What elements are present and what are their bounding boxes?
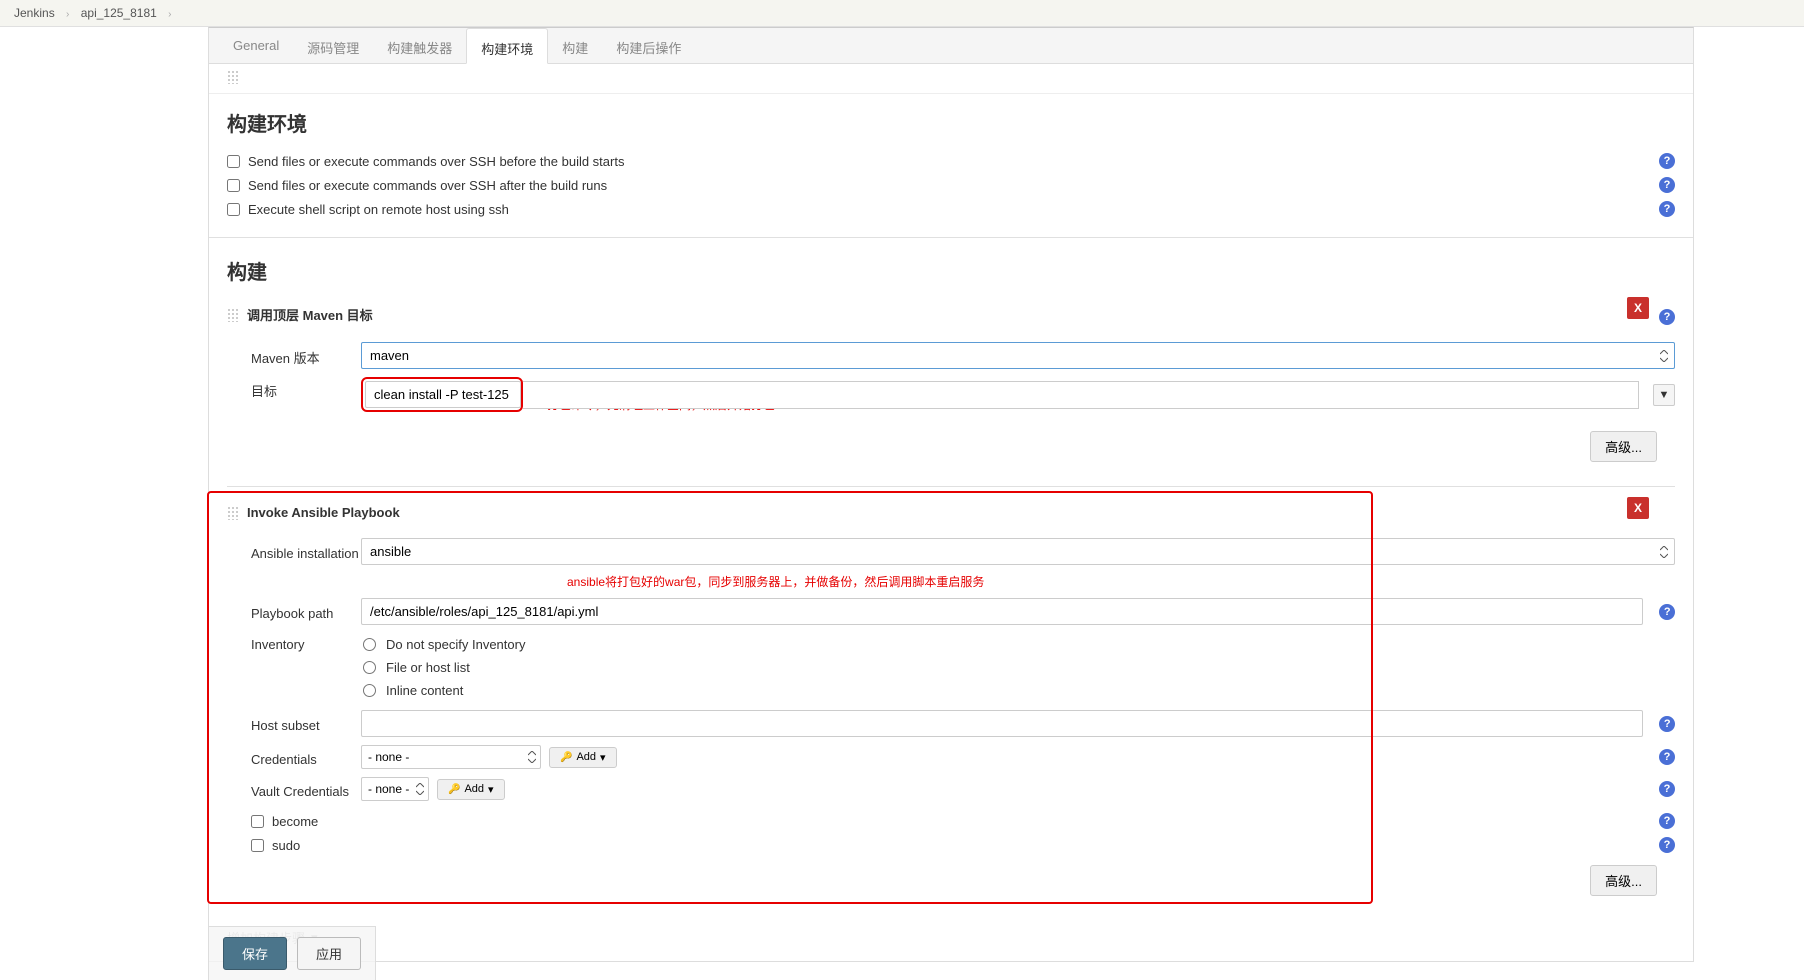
vault-credentials-select[interactable]: - none -	[361, 777, 429, 801]
help-icon[interactable]: ?	[1659, 201, 1675, 217]
ssh-before-label: Send files or execute commands over SSH …	[248, 154, 1659, 169]
build-section: 构建	[209, 242, 1693, 285]
build-title: 构建	[227, 256, 1675, 285]
playbook-path-input[interactable]	[361, 598, 1643, 625]
maven-advanced-button[interactable]: 高级...	[1590, 431, 1657, 462]
sudo-checkbox[interactable]	[251, 839, 264, 852]
maven-step: 调用顶层 Maven 目标 X ? Maven 版本 maven 目标	[209, 297, 1693, 476]
ssh-remote-checkbox[interactable]	[227, 203, 240, 216]
config-tabs: General 源码管理 构建触发器 构建环境 构建 构建后操作	[209, 28, 1693, 64]
maven-version-label: Maven 版本	[251, 344, 361, 367]
vault-credentials-label: Vault Credentials	[251, 780, 361, 799]
chevron-right-icon: ›	[66, 9, 69, 20]
inventory-none-label: Do not specify Inventory	[386, 637, 525, 652]
help-icon[interactable]: ?	[1659, 604, 1675, 620]
ansible-advanced-button[interactable]: 高级...	[1590, 865, 1657, 896]
host-subset-input[interactable]	[361, 710, 1643, 737]
help-icon[interactable]: ?	[1659, 813, 1675, 829]
delete-step-button[interactable]: X	[1627, 497, 1649, 519]
inventory-file-radio[interactable]	[363, 661, 376, 674]
sudo-label: sudo	[272, 838, 1659, 853]
ssh-before-checkbox[interactable]	[227, 155, 240, 168]
tab-scm[interactable]: 源码管理	[293, 28, 373, 63]
footer-buttons: 保存 应用	[208, 926, 376, 980]
key-icon: 🔑	[560, 752, 572, 763]
ansible-step: Invoke Ansible Playbook X Ansible instal…	[209, 497, 1693, 910]
inventory-label: Inventory	[251, 633, 361, 652]
breadcrumb-root[interactable]: Jenkins	[14, 6, 55, 20]
tab-post[interactable]: 构建后操作	[602, 28, 695, 63]
inventory-file-label: File or host list	[386, 660, 470, 675]
maven-goals-input[interactable]	[365, 381, 521, 408]
credentials-select[interactable]: - none -	[361, 745, 541, 769]
build-env-section: 构建环境 Send files or execute commands over…	[209, 94, 1693, 229]
playbook-path-label: Playbook path	[251, 602, 361, 621]
inventory-inline-radio[interactable]	[363, 684, 376, 697]
become-checkbox[interactable]	[251, 815, 264, 828]
apply-button[interactable]: 应用	[297, 937, 361, 970]
breadcrumb: Jenkins › api_125_8181 ›	[0, 0, 1804, 27]
help-icon[interactable]: ?	[1659, 749, 1675, 765]
inventory-none-radio[interactable]	[363, 638, 376, 651]
add-build-step-button[interactable]: 增加构建步骤▾	[209, 920, 1693, 961]
ssh-after-checkbox[interactable]	[227, 179, 240, 192]
tab-build-env[interactable]: 构建环境	[466, 28, 548, 64]
ansible-step-title: Invoke Ansible Playbook	[247, 505, 400, 520]
drag-handle-icon[interactable]	[227, 506, 239, 520]
add-credentials-button[interactable]: 🔑Add▾	[549, 747, 617, 768]
maven-goals-label: 目标	[251, 377, 361, 400]
ansible-install-select[interactable]: ansible	[361, 538, 1675, 565]
build-env-title: 构建环境	[227, 108, 1675, 137]
ansible-annotation: ansible将打包好的war包，同步到服务器上，并做备份，然后调用脚本重启服务	[567, 575, 984, 589]
help-icon[interactable]: ?	[1659, 837, 1675, 853]
maven-version-select[interactable]: maven	[361, 342, 1675, 369]
help-icon[interactable]: ?	[1659, 177, 1675, 193]
help-icon[interactable]: ?	[1659, 309, 1675, 325]
add-vault-credentials-button[interactable]: 🔑Add▾	[437, 779, 505, 800]
ssh-remote-label: Execute shell script on remote host usin…	[248, 202, 1659, 217]
help-icon[interactable]: ?	[1659, 716, 1675, 732]
become-label: become	[272, 814, 1659, 829]
key-icon: 🔑	[448, 784, 460, 795]
breadcrumb-project[interactable]: api_125_8181	[81, 6, 157, 20]
chevron-right-icon: ›	[168, 9, 171, 20]
tab-build[interactable]: 构建	[548, 28, 602, 63]
tab-general[interactable]: General	[219, 28, 293, 63]
delete-step-button[interactable]: X	[1627, 297, 1649, 319]
maven-step-title: 调用顶层 Maven 目标	[247, 305, 373, 324]
tab-triggers[interactable]: 构建触发器	[373, 28, 466, 63]
ssh-after-label: Send files or execute commands over SSH …	[248, 178, 1659, 193]
help-icon[interactable]: ?	[1659, 153, 1675, 169]
host-subset-label: Host subset	[251, 714, 361, 733]
credentials-label: Credentials	[251, 748, 361, 767]
expand-button[interactable]: ▼	[1653, 384, 1675, 406]
help-icon[interactable]: ?	[1659, 781, 1675, 797]
drag-handle-icon[interactable]	[227, 308, 239, 322]
ansible-install-label: Ansible installation	[251, 542, 361, 561]
inventory-inline-label: Inline content	[386, 683, 463, 698]
save-button[interactable]: 保存	[223, 937, 287, 970]
